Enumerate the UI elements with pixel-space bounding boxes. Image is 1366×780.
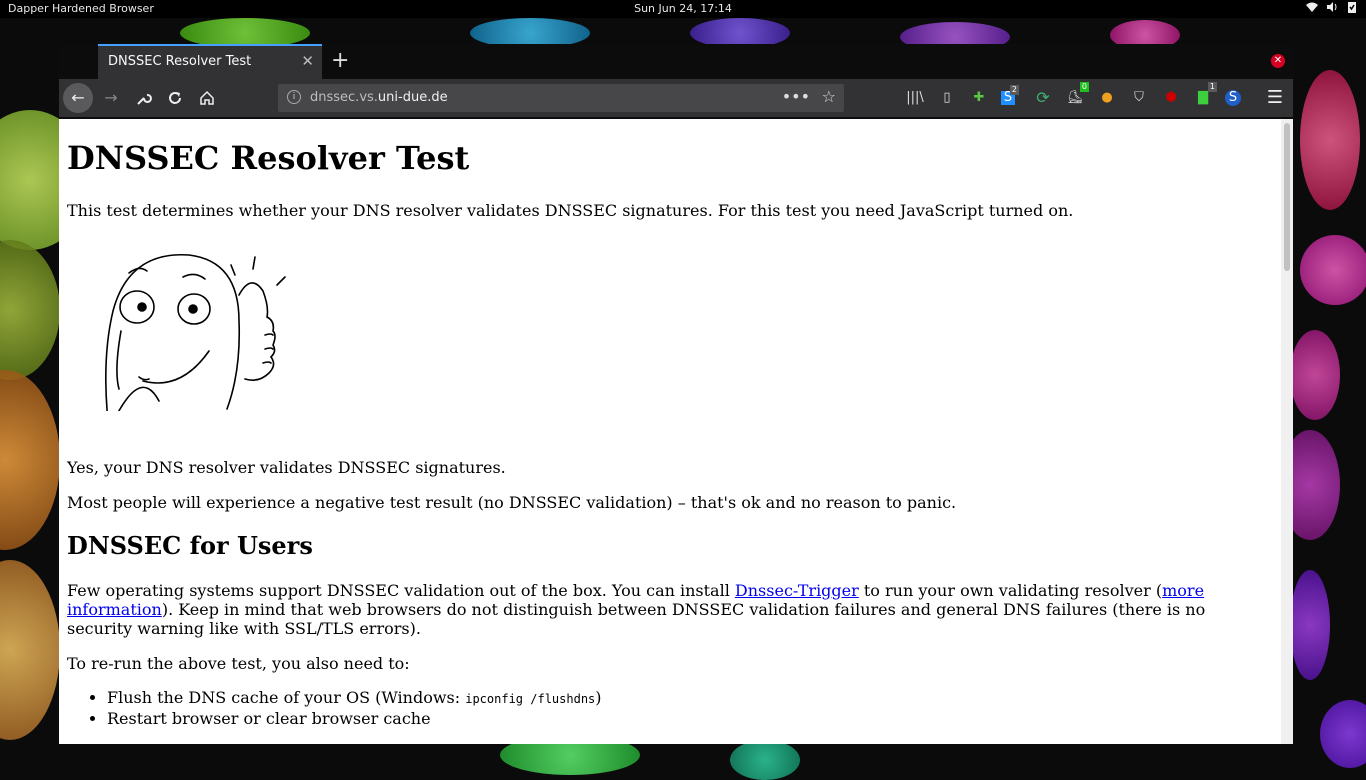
forward-arrow-icon[interactable]: → (97, 84, 125, 112)
url-host: uni-due.de (377, 90, 448, 105)
scrollbar-thumb[interactable] (1284, 123, 1290, 271)
users-text-part1: Few operating systems support DNSSEC val… (67, 581, 735, 600)
dnssec-trigger-link[interactable]: Dnssec-Trigger (735, 581, 859, 600)
wifi-icon[interactable] (1306, 1, 1318, 13)
users-text-part3: ). Keep in mind that web browsers do not… (67, 600, 1206, 638)
shoe-extension-badge: 0 (1079, 82, 1089, 92)
note-paragraph: Most people will experience a negative t… (67, 493, 957, 512)
s-extension-badge: 2 (1009, 85, 1019, 95)
page-actions-ellipsis-icon[interactable]: ••• (782, 87, 810, 106)
list-item: Flush the DNS cache of your OS (Windows:… (107, 688, 602, 709)
tab-dnssec-resolver-test[interactable]: DNSSEC Resolver Test ✕ (98, 44, 322, 79)
burger-extension-icon[interactable]: ● (1097, 88, 1117, 108)
flush-dns-text: Flush the DNS cache of your OS (Windows: (107, 688, 466, 707)
tab-strip: DNSSEC Resolver Test ✕ + ✕ (59, 44, 1293, 79)
rerun-steps-list: Flush the DNS cache of your OS (Windows:… (67, 688, 602, 728)
hamburger-menu-icon[interactable]: ☰ (1267, 87, 1283, 108)
list-item: Restart browser or clear browser cache (107, 709, 602, 728)
users-section-heading: DNSSEC for Users (67, 531, 313, 560)
page-scrollbar[interactable] (1281, 119, 1293, 744)
site-info-icon[interactable]: i (287, 90, 301, 104)
url-text[interactable]: dnssec.vs.uni-due.de (310, 90, 448, 105)
home-icon[interactable] (193, 84, 221, 112)
s-extension-icon[interactable]: S2 (1001, 85, 1019, 105)
new-tab-plus-icon[interactable]: + (331, 48, 349, 73)
tab-close-icon[interactable]: ✕ (301, 52, 314, 70)
window-close-icon[interactable]: ✕ (1271, 54, 1285, 68)
clock[interactable]: Sun Jun 24, 17:14 (0, 2, 1366, 15)
browser-window: DNSSEC Resolver Test ✕ + ✕ ← → i dnssec.… (59, 44, 1293, 744)
result-message: Yes, your DNS resolver validates DNSSEC … (67, 458, 506, 477)
users-text-part2: to run your own validating resolver ( (858, 581, 1163, 600)
thumbs-up-face-illustration (105, 254, 286, 411)
tab-title: DNSSEC Resolver Test (108, 54, 252, 69)
address-bar[interactable]: i dnssec.vs.uni-due.de ••• ☆ (278, 84, 844, 112)
s-circle-extension-icon[interactable]: S (1225, 90, 1241, 106)
shoe-extension-icon[interactable]: ⛸ 0 (1065, 82, 1089, 108)
clipboard-check-icon[interactable] (1346, 1, 1358, 13)
green-block-badge: 1 (1207, 82, 1217, 92)
reload-icon[interactable] (161, 84, 189, 112)
users-paragraph: Few operating systems support DNSSEC val… (67, 581, 1272, 638)
ublock-icon[interactable]: ⬢ (1161, 88, 1181, 108)
puzzle-extension-icon[interactable]: ✚ (969, 88, 989, 108)
wrench-icon[interactable] (129, 84, 157, 112)
volume-icon[interactable] (1326, 1, 1338, 13)
system-top-bar: Dapper Hardened Browser Sun Jun 24, 17:1… (0, 0, 1366, 18)
navigation-toolbar: ← → i dnssec.vs.uni-due.de ••• ☆ |||\ ▯ … (59, 79, 1293, 117)
page-content: DNSSEC Resolver Test This test determine… (59, 119, 1281, 744)
system-tray (1306, 1, 1358, 13)
sync-extension-icon[interactable]: ⟳ (1033, 88, 1053, 108)
bookmark-star-icon[interactable]: ☆ (822, 87, 836, 106)
back-arrow-icon[interactable]: ← (63, 83, 93, 113)
page-title: DNSSEC Resolver Test (67, 139, 470, 177)
privacy-shield-icon[interactable]: ⛉ (1129, 88, 1149, 108)
flushdns-command: ipconfig /flushdns (465, 692, 596, 706)
rerun-paragraph: To re-run the above test, you also need … (67, 654, 410, 673)
intro-paragraph: This test determines whether your DNS re… (67, 201, 1074, 220)
library-icon[interactable]: |||\ (905, 88, 925, 108)
url-subdomain: dnssec.vs. (310, 90, 378, 105)
green-block-extension-icon[interactable]: ▇ 1 (1193, 82, 1217, 108)
flush-dns-end: ) (595, 688, 602, 707)
sidebar-icon[interactable]: ▯ (937, 88, 957, 108)
